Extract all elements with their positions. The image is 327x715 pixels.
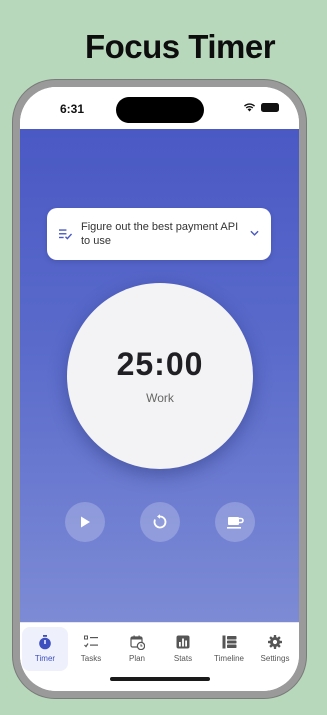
status-icons [243,102,279,112]
app-store-screenshot: Focus Timer 6:31 Figure out the best pay… [0,0,327,715]
tab-label: Timeline [214,654,244,663]
tab-label: Stats [173,654,193,663]
bottom-tab-bar: Timer Tasks Plan Stats Timeline Settings [20,622,299,691]
play-icon [81,516,90,528]
timer-countdown: 25:00 [116,346,204,382]
phone-screen: 6:31 Figure out the best payment API to … [20,87,299,691]
task-list-check-icon [59,229,72,240]
play-button[interactable] [65,502,105,542]
tab-stats[interactable]: Stats [160,627,206,671]
marketing-title: Focus Timer [84,28,276,65]
tab-tasks[interactable]: Tasks [68,627,114,671]
chevron-down-icon [250,230,259,236]
current-task-text: Figure out the best payment API to use [81,221,239,247]
timer-mode-label: Work [146,391,174,405]
checklist-icon [83,634,99,650]
dynamic-island [116,97,204,123]
tab-settings[interactable]: Settings [252,627,298,671]
coffee-icon [227,517,244,529]
timeline-icon [221,634,237,650]
status-time: 6:31 [60,102,85,116]
reset-button[interactable] [140,502,180,542]
timer-display: 25:00 Work [67,283,253,469]
timer-screen: Figure out the best payment API to use 2… [20,129,299,622]
battery-icon [261,102,279,112]
phone-frame: 6:31 Figure out the best payment API to … [13,80,306,698]
tab-label: Tasks [80,654,102,663]
tab-plan[interactable]: Plan [114,627,160,671]
tab-timeline[interactable]: Timeline [206,627,252,671]
tab-label: Plan [128,654,145,663]
tab-bar-divider [20,622,299,623]
home-indicator [110,677,210,681]
task-selector[interactable]: Figure out the best payment API to use [47,208,271,260]
status-bar: 6:31 [20,87,299,129]
stopwatch-icon [37,634,53,650]
bar-chart-icon [175,634,191,650]
tab-label: Settings [260,654,290,663]
tab-timer[interactable]: Timer [22,627,68,671]
break-button[interactable] [215,502,255,542]
gear-icon [267,634,283,650]
wifi-icon [243,103,256,112]
tab-label: Timer [34,654,56,663]
calendar-clock-icon [129,634,145,650]
reset-icon [153,514,167,529]
